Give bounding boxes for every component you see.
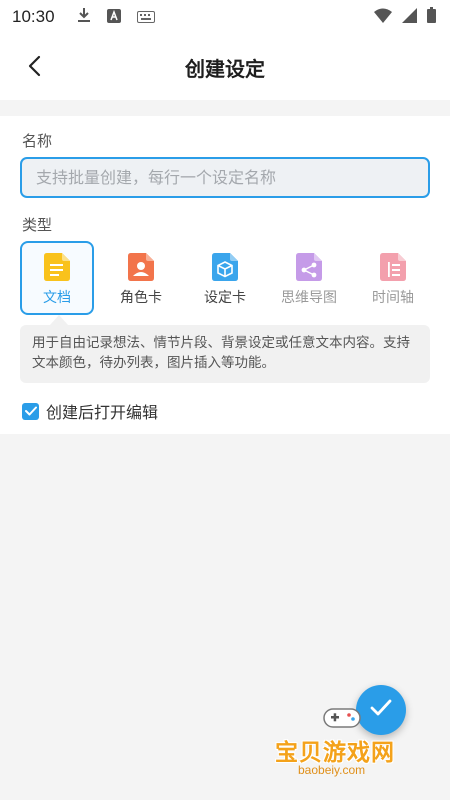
type-option-label: 设定卡 (204, 290, 246, 306)
type-option-mind-map[interactable]: 思维导图 (272, 241, 346, 315)
keyboard-icon (136, 8, 155, 27)
type-option-setting-card[interactable]: 设定卡 (188, 241, 262, 315)
setting-card-icon (212, 253, 238, 281)
name-input[interactable] (20, 157, 430, 198)
open-after-create-checkbox[interactable]: 创建后打开编辑 (22, 399, 158, 423)
type-selector: 文档 角色卡 设定卡 思维导图 时间轴 (20, 241, 430, 315)
type-option-label: 思维导图 (281, 290, 337, 306)
app-header: 创建设定 (0, 34, 450, 100)
type-option-label: 文档 (43, 290, 71, 306)
type-option-label: 角色卡 (120, 290, 162, 306)
type-option-label: 时间轴 (372, 290, 414, 306)
page-title: 创建设定 (185, 57, 265, 81)
type-option-document[interactable]: 文档 (20, 241, 94, 315)
site-watermark: 宝贝游戏网 baobeiy.com (270, 705, 420, 797)
gamepad-icon (322, 705, 362, 735)
name-label: 名称 (22, 132, 53, 150)
download-icon (77, 7, 91, 27)
watermark-title: 宝贝游戏网 (275, 740, 395, 766)
battery-icon (427, 7, 436, 27)
type-label: 类型 (22, 216, 53, 234)
checkbox-checked-icon (22, 402, 39, 420)
create-setting-form: 名称 类型 文档 (0, 116, 450, 434)
status-bar: 10:30 (0, 0, 450, 34)
watermark-url: baobeiy.com (298, 763, 366, 777)
description-pointer (50, 315, 68, 325)
status-time: 10:30 (12, 7, 55, 26)
mind-map-icon (296, 253, 322, 281)
open-after-create-label: 创建后打开编辑 (46, 403, 159, 422)
a-icon (106, 8, 121, 27)
signal-icon (402, 7, 417, 27)
type-option-timeline[interactable]: 时间轴 (356, 241, 430, 315)
timeline-icon (380, 253, 406, 281)
document-icon (44, 253, 70, 281)
type-option-character-card[interactable]: 角色卡 (104, 241, 178, 315)
wifi-icon (374, 8, 392, 27)
type-description: 用于自由记录想法、情节片段、背景设定或任意文本内容。支持文本颜色，待办列表，图片… (20, 325, 430, 383)
character-card-icon (128, 253, 154, 281)
